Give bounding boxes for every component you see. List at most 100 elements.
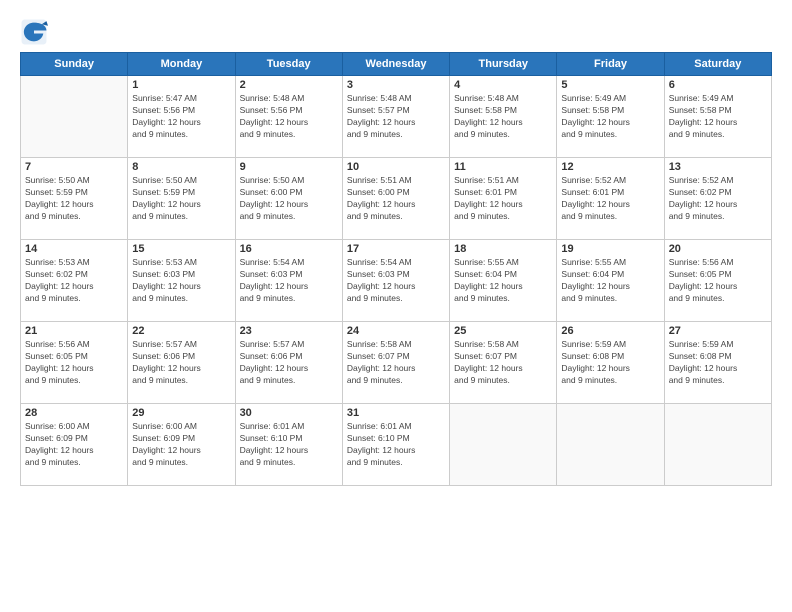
day-info: Sunrise: 6:00 AM Sunset: 6:09 PM Dayligh… xyxy=(132,421,230,469)
week-row-2: 14Sunrise: 5:53 AM Sunset: 6:02 PM Dayli… xyxy=(21,240,772,322)
header-friday: Friday xyxy=(557,53,664,76)
week-row-1: 7 Sunrise: 5:50 AM Sunset: 5:59 PM Daylig… xyxy=(21,158,772,240)
calendar-cell: 25 Sunrise: 5:58 AM Sunset: 6:07 PM Dayli… xyxy=(450,322,557,404)
day-info: Sunrise: 5:53 AM Sunset: 6:02 PM Dayligh… xyxy=(25,257,123,305)
calendar-cell: 11 Sunrise: 5:51 AM Sunset: 6:01 PM Dayli… xyxy=(450,158,557,240)
calendar-cell xyxy=(557,404,664,486)
day-number: 15 xyxy=(132,243,230,255)
day-info: Sunrise: 5:58 AM Sunset: 6:07 PM Dayligh… xyxy=(347,339,445,387)
header-monday: Monday xyxy=(128,53,235,76)
day-info: Sunrise: 5:59 AM Sunset: 6:08 PM Dayligh… xyxy=(669,339,767,387)
day-info: Sunrise: 5:59 AM Sunset: 6:08 PM Dayligh… xyxy=(561,339,659,387)
day-info: Sunrise: 5:52 AM Sunset: 6:02 PM Dayligh… xyxy=(669,175,767,223)
header-sunday: Sunday xyxy=(21,53,128,76)
day-number: 18 xyxy=(454,243,552,255)
calendar-cell: 2 Sunrise: 5:48 AM Sunset: 5:56 PM Daylig… xyxy=(235,76,342,158)
day-number: 1 xyxy=(132,79,230,91)
day-number: 29 xyxy=(132,407,230,419)
day-number: 3 xyxy=(347,79,445,91)
day-number: 21 xyxy=(25,325,123,337)
day-info: Sunrise: 5:57 AM Sunset: 6:06 PM Dayligh… xyxy=(240,339,338,387)
week-row-4: 28 Sunrise: 6:00 AM Sunset: 6:09 PM Dayli… xyxy=(21,404,772,486)
header-tuesday: Tuesday xyxy=(235,53,342,76)
day-info: Sunrise: 5:47 AM Sunset: 5:56 PM Dayligh… xyxy=(132,93,230,141)
day-info: Sunrise: 5:57 AM Sunset: 6:06 PM Dayligh… xyxy=(132,339,230,387)
week-row-3: 21Sunrise: 5:56 AM Sunset: 6:05 PM Dayli… xyxy=(21,322,772,404)
day-info: Sunrise: 6:00 AM Sunset: 6:09 PM Dayligh… xyxy=(25,421,123,469)
calendar-cell: 27 Sunrise: 5:59 AM Sunset: 6:08 PM Dayli… xyxy=(664,322,771,404)
day-info: Sunrise: 5:58 AM Sunset: 6:07 PM Dayligh… xyxy=(454,339,552,387)
calendar-cell: 12 Sunrise: 5:52 AM Sunset: 6:01 PM Dayli… xyxy=(557,158,664,240)
day-info: Sunrise: 5:48 AM Sunset: 5:57 PM Dayligh… xyxy=(347,93,445,141)
day-number: 28 xyxy=(25,407,123,419)
day-info: Sunrise: 5:49 AM Sunset: 5:58 PM Dayligh… xyxy=(561,93,659,141)
day-number: 13 xyxy=(669,161,767,173)
calendar-body: 1 Sunrise: 5:47 AM Sunset: 5:56 PM Daylig… xyxy=(21,76,772,486)
day-info: Sunrise: 5:50 AM Sunset: 6:00 PM Dayligh… xyxy=(240,175,338,223)
calendar-cell: 15 Sunrise: 5:53 AM Sunset: 6:03 PM Dayli… xyxy=(128,240,235,322)
calendar-cell: 7 Sunrise: 5:50 AM Sunset: 5:59 PM Daylig… xyxy=(21,158,128,240)
header-wednesday: Wednesday xyxy=(342,53,449,76)
day-info: Sunrise: 5:56 AM Sunset: 6:05 PM Dayligh… xyxy=(669,257,767,305)
calendar-cell: 20 Sunrise: 5:56 AM Sunset: 6:05 PM Dayli… xyxy=(664,240,771,322)
calendar-cell: 1 Sunrise: 5:47 AM Sunset: 5:56 PM Daylig… xyxy=(128,76,235,158)
calendar-cell: 24 Sunrise: 5:58 AM Sunset: 6:07 PM Dayli… xyxy=(342,322,449,404)
day-info: Sunrise: 5:53 AM Sunset: 6:03 PM Dayligh… xyxy=(132,257,230,305)
week-row-0: 1 Sunrise: 5:47 AM Sunset: 5:56 PM Daylig… xyxy=(21,76,772,158)
day-info: Sunrise: 5:49 AM Sunset: 5:58 PM Dayligh… xyxy=(669,93,767,141)
calendar-cell: 8 Sunrise: 5:50 AM Sunset: 5:59 PM Daylig… xyxy=(128,158,235,240)
day-info: Sunrise: 5:52 AM Sunset: 6:01 PM Dayligh… xyxy=(561,175,659,223)
day-info: Sunrise: 5:50 AM Sunset: 5:59 PM Dayligh… xyxy=(132,175,230,223)
calendar-cell: 3 Sunrise: 5:48 AM Sunset: 5:57 PM Daylig… xyxy=(342,76,449,158)
day-number: 17 xyxy=(347,243,445,255)
day-number: 26 xyxy=(561,325,659,337)
day-number: 22 xyxy=(132,325,230,337)
header-saturday: Saturday xyxy=(664,53,771,76)
day-number: 8 xyxy=(132,161,230,173)
calendar-cell: 14Sunrise: 5:53 AM Sunset: 6:02 PM Dayli… xyxy=(21,240,128,322)
day-number: 7 xyxy=(25,161,123,173)
day-info: Sunrise: 5:48 AM Sunset: 5:56 PM Dayligh… xyxy=(240,93,338,141)
calendar-cell xyxy=(450,404,557,486)
calendar-cell: 23 Sunrise: 5:57 AM Sunset: 6:06 PM Dayli… xyxy=(235,322,342,404)
day-number: 31 xyxy=(347,407,445,419)
day-info: Sunrise: 5:54 AM Sunset: 6:03 PM Dayligh… xyxy=(347,257,445,305)
calendar-cell: 9 Sunrise: 5:50 AM Sunset: 6:00 PM Daylig… xyxy=(235,158,342,240)
day-info: Sunrise: 5:48 AM Sunset: 5:58 PM Dayligh… xyxy=(454,93,552,141)
calendar-cell: 22 Sunrise: 5:57 AM Sunset: 6:06 PM Dayli… xyxy=(128,322,235,404)
calendar-cell: 28 Sunrise: 6:00 AM Sunset: 6:09 PM Dayli… xyxy=(21,404,128,486)
day-number: 19 xyxy=(561,243,659,255)
calendar-cell: 30 Sunrise: 6:01 AM Sunset: 6:10 PM Dayli… xyxy=(235,404,342,486)
calendar-cell: 21Sunrise: 5:56 AM Sunset: 6:05 PM Dayli… xyxy=(21,322,128,404)
day-number: 20 xyxy=(669,243,767,255)
day-info: Sunrise: 5:51 AM Sunset: 6:00 PM Dayligh… xyxy=(347,175,445,223)
day-info: Sunrise: 5:50 AM Sunset: 5:59 PM Dayligh… xyxy=(25,175,123,223)
day-number: 9 xyxy=(240,161,338,173)
calendar-cell xyxy=(664,404,771,486)
day-number: 23 xyxy=(240,325,338,337)
calendar-cell xyxy=(21,76,128,158)
day-number: 25 xyxy=(454,325,552,337)
day-number: 24 xyxy=(347,325,445,337)
day-number: 12 xyxy=(561,161,659,173)
calendar-cell: 13 Sunrise: 5:52 AM Sunset: 6:02 PM Dayli… xyxy=(664,158,771,240)
day-number: 10 xyxy=(347,161,445,173)
calendar: SundayMondayTuesdayWednesdayThursdayFrid… xyxy=(20,52,772,486)
calendar-cell: 16Sunrise: 5:54 AM Sunset: 6:03 PM Dayli… xyxy=(235,240,342,322)
day-info: Sunrise: 6:01 AM Sunset: 6:10 PM Dayligh… xyxy=(240,421,338,469)
day-number: 4 xyxy=(454,79,552,91)
calendar-cell: 10 Sunrise: 5:51 AM Sunset: 6:00 PM Dayli… xyxy=(342,158,449,240)
calendar-cell: 29 Sunrise: 6:00 AM Sunset: 6:09 PM Dayli… xyxy=(128,404,235,486)
day-number: 16 xyxy=(240,243,338,255)
day-number: 2 xyxy=(240,79,338,91)
calendar-cell: 19Sunrise: 5:55 AM Sunset: 6:04 PM Dayli… xyxy=(557,240,664,322)
calendar-cell: 6Sunrise: 5:49 AM Sunset: 5:58 PM Daylig… xyxy=(664,76,771,158)
day-info: Sunrise: 6:01 AM Sunset: 6:10 PM Dayligh… xyxy=(347,421,445,469)
day-number: 27 xyxy=(669,325,767,337)
header-thursday: Thursday xyxy=(450,53,557,76)
day-number: 30 xyxy=(240,407,338,419)
day-number: 11 xyxy=(454,161,552,173)
day-info: Sunrise: 5:51 AM Sunset: 6:01 PM Dayligh… xyxy=(454,175,552,223)
logo xyxy=(20,18,50,46)
calendar-cell: 4 Sunrise: 5:48 AM Sunset: 5:58 PM Daylig… xyxy=(450,76,557,158)
